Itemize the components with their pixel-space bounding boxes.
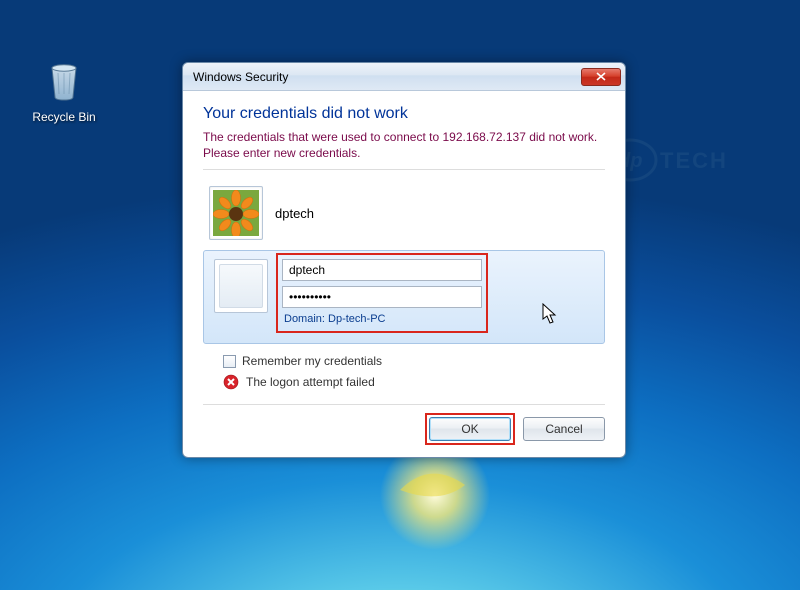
svg-text:TECH: TECH: [660, 148, 728, 173]
username-input[interactable]: [282, 259, 482, 281]
remember-checkbox[interactable]: [223, 355, 236, 368]
highlight-box: Domain: Dp-tech-PC: [276, 253, 488, 333]
cursor-icon: [542, 303, 558, 325]
error-icon: [223, 374, 239, 390]
credential-tile[interactable]: Domain: Dp-tech-PC: [203, 250, 605, 344]
password-input[interactable]: [282, 286, 482, 308]
cancel-button[interactable]: Cancel: [523, 417, 605, 441]
saved-account-tile[interactable]: dptech: [203, 182, 605, 250]
remember-label: Remember my credentials: [242, 354, 382, 368]
close-button[interactable]: [581, 68, 621, 86]
error-row: The logon attempt failed: [223, 374, 605, 390]
cancel-label: Cancel: [545, 422, 582, 436]
ok-button[interactable]: OK: [429, 417, 511, 441]
error-label: The logon attempt failed: [246, 375, 375, 389]
recycle-bin-label: Recycle Bin: [24, 110, 104, 124]
windows-security-dialog: Windows Security Your credentials did no…: [182, 62, 626, 458]
recycle-bin-icon: [40, 55, 88, 103]
blank-avatar: [214, 259, 268, 313]
dialog-subtext: The credentials that were used to connec…: [203, 129, 605, 161]
ok-label: OK: [461, 422, 478, 436]
flower-icon: [213, 190, 259, 236]
avatar: [209, 186, 263, 240]
remember-row[interactable]: Remember my credentials: [223, 354, 605, 368]
saved-account-name: dptech: [275, 206, 314, 221]
recycle-bin[interactable]: Recycle Bin: [24, 55, 104, 124]
dialog-body: Your credentials did not work The creden…: [183, 91, 625, 457]
dialog-heading: Your credentials did not work: [203, 105, 605, 123]
close-icon: [596, 72, 606, 81]
button-row: OK Cancel: [203, 404, 605, 441]
titlebar[interactable]: Windows Security: [183, 63, 625, 91]
divider: [203, 169, 605, 170]
domain-label: Domain: Dp-tech-PC: [282, 313, 482, 325]
window-title: Windows Security: [193, 70, 581, 84]
ok-highlight: OK: [425, 413, 515, 445]
